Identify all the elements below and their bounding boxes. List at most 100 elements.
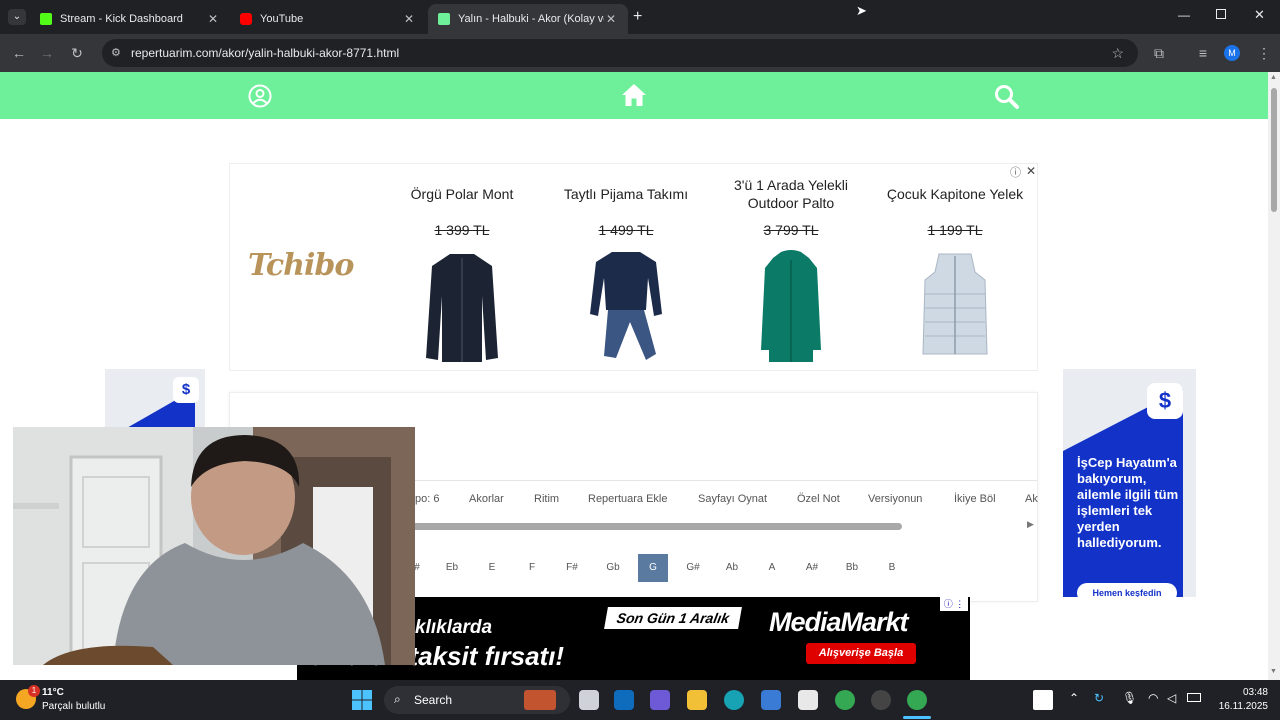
forward-icon[interactable]: → (38, 44, 56, 62)
clock-date[interactable]: 16.11.2025 (1208, 701, 1268, 712)
clock-time[interactable]: 03:48 (1232, 687, 1268, 698)
restore-button[interactable] (1216, 9, 1226, 19)
key-button[interactable]: A# (797, 554, 827, 582)
close-icon[interactable]: ✕ (206, 12, 220, 26)
search-icon[interactable] (994, 84, 1020, 110)
home-icon[interactable] (621, 83, 647, 107)
vest-image (922, 253, 988, 355)
outlook-icon[interactable] (614, 690, 634, 710)
key-button[interactable]: G# (678, 554, 708, 582)
key-button[interactable]: F# (557, 554, 587, 582)
close-icon[interactable]: ✕ (604, 12, 618, 26)
menu-tempo[interactable]: po: 6 (415, 493, 439, 505)
battery-icon[interactable] (1187, 693, 1201, 702)
reload-icon[interactable]: ↻ (68, 44, 86, 62)
right-side-ad[interactable]: $ İşCep İşCep Hayatım'a bakıyorum, ailem… (1063, 369, 1196, 597)
bookmark-star-icon[interactable]: ☆ (1111, 39, 1124, 67)
key-button[interactable]: Eb (437, 554, 467, 582)
search-placeholder: Search (414, 693, 453, 707)
windows-start-icon[interactable] (352, 690, 372, 710)
key-button[interactable]: A (757, 554, 787, 582)
menu-ozel-not[interactable]: Özel Not (797, 493, 840, 505)
menu-ritim[interactable]: Ritim (534, 493, 559, 505)
search-icon: ⌕ (394, 692, 401, 706)
key-button[interactable]: B (877, 554, 907, 582)
user-icon[interactable] (248, 84, 272, 108)
chrome-icon[interactable] (835, 690, 855, 710)
product-card[interactable]: Çocuk Kapitone Yelek 1 199 TL (880, 174, 1030, 364)
new-tab-button[interactable]: + (633, 8, 642, 26)
menu-repertuara-ekle[interactable]: Repertuara Ekle (588, 493, 668, 505)
menu-sayfayi-oynat[interactable]: Sayfayı Oynat (698, 493, 767, 505)
chrome-profile-icon[interactable] (907, 690, 927, 710)
key-button[interactable]: Ab (717, 554, 747, 582)
obs-icon[interactable] (871, 690, 891, 710)
close-icon[interactable]: ✕ (402, 12, 416, 26)
tab-search-button[interactable]: ⌄ (8, 9, 26, 25)
tchibo-ad-banner[interactable]: Tchibo ⓘ ✕ Örgü Polar Mont 1 399 TL Tayt… (229, 163, 1038, 371)
product-price: 1 199 TL (927, 222, 983, 238)
site-navbar (0, 72, 1268, 119)
scroll-down-icon[interactable]: ▼ (1270, 668, 1277, 675)
mediamarkt-logo: MediaMarkt (769, 607, 909, 637)
more-menu-icon[interactable]: ⋮ (1255, 44, 1273, 62)
tab-youtube[interactable]: YouTube ✕ (230, 4, 426, 34)
edge-icon[interactable] (724, 690, 744, 710)
extensions-icon[interactable]: ⧉ (1150, 44, 1168, 62)
search-highlight-icon (524, 690, 556, 710)
task-view-icon[interactable] (579, 690, 599, 710)
address-bar[interactable]: ⚙ repertuarim.com/akor/yalin-halbuki-ako… (102, 39, 1138, 67)
key-button-selected[interactable]: G (638, 554, 668, 582)
scroll-right-icon[interactable]: ▶ (1027, 519, 1034, 530)
horizontal-scrollbar[interactable] (410, 523, 902, 530)
close-window-button[interactable]: ✕ (1254, 7, 1265, 23)
scrollbar-thumb[interactable] (1271, 88, 1277, 212)
notification-badge: 1 (28, 685, 40, 697)
sync-icon[interactable]: ↻ (1094, 691, 1104, 705)
product-price: 3 799 TL (763, 222, 819, 238)
media-control-icon[interactable]: ≡ (1194, 44, 1212, 62)
coat-image (761, 250, 821, 362)
active-app-indicator (903, 716, 931, 719)
product-name: Çocuk Kapitone Yelek (886, 186, 1024, 202)
microphone-icon[interactable]: 🎙︎ (1122, 691, 1137, 705)
copilot-icon[interactable] (650, 690, 670, 710)
left-side-ad[interactable]: $ (105, 369, 205, 429)
media-app-icon[interactable] (798, 690, 818, 710)
taskbar-search-box[interactable]: ⌕ Search (384, 686, 570, 714)
wifi-icon[interactable]: ◠ (1148, 691, 1158, 705)
product-card[interactable]: Örgü Polar Mont 1 399 TL (387, 174, 537, 364)
back-icon[interactable]: ← (10, 44, 28, 62)
volume-icon[interactable]: ◁ (1167, 691, 1176, 705)
product-card[interactable]: Taytlı Pijama Takımı 1 499 TL (551, 174, 701, 364)
tab-kick[interactable]: Stream - Kick Dashboard ✕ (30, 4, 230, 34)
profile-avatar[interactable]: M (1224, 45, 1240, 61)
product-price: 1 399 TL (434, 222, 490, 238)
repertuarim-icon (438, 13, 450, 25)
key-button[interactable]: Bb (837, 554, 867, 582)
scroll-up-icon[interactable]: ▲ (1270, 74, 1277, 81)
tray-app-icon[interactable] (1033, 690, 1053, 710)
menu-versiyonun[interactable]: Versiyonun (868, 493, 922, 505)
url-text: repertuarim.com/akor/yalin-halbuki-akor-… (131, 46, 400, 60)
menu-akorlar[interactable]: Akorlar (469, 493, 504, 505)
tab-repertuarim[interactable]: Yalın - Halbuki - Akor (Kolay ve ✕ (428, 4, 628, 34)
weather-widget[interactable]: 1 11°C Parçalı bulutlu (14, 685, 124, 715)
microsoft-store-icon[interactable] (761, 690, 781, 710)
minimize-button[interactable]: — (1178, 8, 1190, 22)
menu-ikiye-bol[interactable]: İkiye Böl (954, 493, 996, 505)
product-card[interactable]: 3'ü 1 Arada Yelekli Outdoor Palto 3 799 … (716, 174, 866, 364)
site-info-icon[interactable]: ⚙ (111, 39, 121, 67)
menu-truncated[interactable]: Ak (1025, 493, 1038, 505)
ad-text: İşCep Hayatım'a bakıyorum, ailemle ilgil… (1077, 455, 1179, 550)
webcam-overlay (13, 427, 415, 665)
ad-cta-button[interactable]: Alışverişe Başla (806, 643, 916, 664)
page-vertical-scrollbar[interactable]: ▲ ▼ (1268, 72, 1280, 680)
ad-cta-button[interactable]: Hemen keşfedin (1077, 583, 1177, 597)
key-button[interactable]: Gb (598, 554, 628, 582)
key-button[interactable]: E (477, 554, 507, 582)
ad-info-icon[interactable]: ⓘ ⋮ (940, 597, 968, 611)
key-button[interactable]: F (517, 554, 547, 582)
file-explorer-icon[interactable] (687, 690, 707, 710)
chevron-up-icon[interactable]: ⌃ (1069, 691, 1079, 705)
